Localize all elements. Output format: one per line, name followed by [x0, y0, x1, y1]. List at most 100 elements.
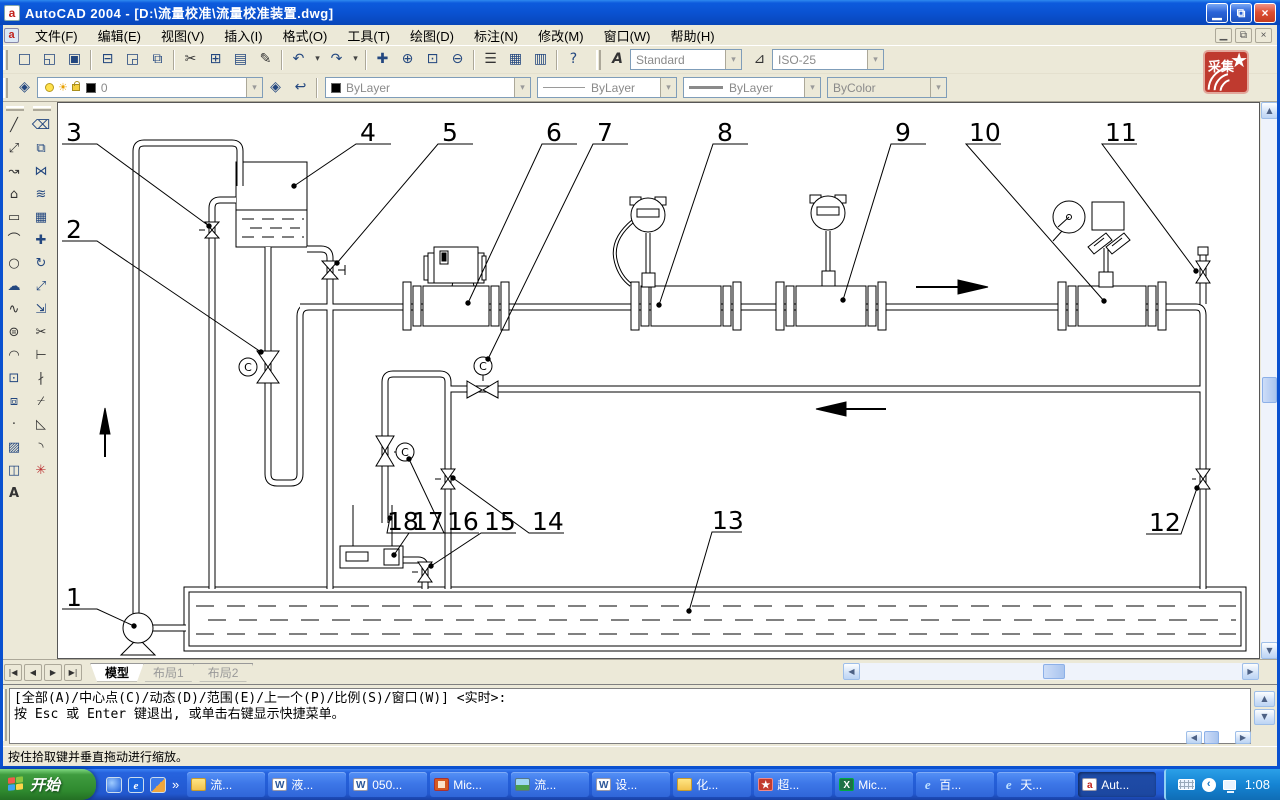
menu-help[interactable]: 帮助(H) — [661, 24, 725, 47]
mtext-icon[interactable]: A — [2, 482, 26, 505]
task-office-orange[interactable]: Mic... — [430, 772, 508, 797]
undo-icon[interactable]: ↶ — [287, 48, 310, 71]
undo-dropdown-icon[interactable]: ▾ — [312, 48, 323, 71]
volume-icon[interactable] — [1223, 780, 1236, 790]
vertical-scrollbar[interactable]: ▲ ▼ — [1261, 102, 1278, 659]
insert-block-icon[interactable]: ⊡ — [2, 367, 26, 390]
cut-icon[interactable]: ✂ — [179, 48, 202, 71]
construction-line-icon[interactable]: ⤢ — [2, 137, 26, 160]
scale-icon[interactable]: ⤢ — [29, 275, 53, 298]
chevron-down-icon[interactable]: ▾ — [514, 78, 530, 97]
new-icon[interactable]: □ — [13, 48, 36, 71]
paste-icon[interactable]: ▤ — [229, 48, 252, 71]
copy-icon[interactable]: ⊞ — [204, 48, 227, 71]
command-scroll-right-icon[interactable]: ▶ — [1235, 731, 1251, 744]
hatch-icon[interactable]: ▨ — [2, 436, 26, 459]
plot-preview-icon[interactable]: ◲ — [121, 48, 144, 71]
stretch-icon[interactable]: ⇲ — [29, 298, 53, 321]
language-bar-icon[interactable]: ‹ — [1202, 778, 1216, 792]
rectangle-icon[interactable]: ▭ — [2, 206, 26, 229]
layer-previous-icon[interactable]: ↩ — [289, 76, 312, 99]
match-properties-icon[interactable]: ✎ — [254, 48, 277, 71]
move-icon[interactable]: ✚ — [29, 229, 53, 252]
scroll-left-icon[interactable]: ◀ — [843, 663, 860, 680]
scroll-right-icon[interactable]: ▶ — [1242, 663, 1259, 680]
open-icon[interactable]: ◱ — [38, 48, 61, 71]
trim-icon[interactable]: ✂ — [29, 321, 53, 344]
mdi-minimize-button[interactable]: ▁ — [1215, 28, 1232, 43]
tab-layout2[interactable]: 布局2 — [193, 663, 254, 682]
scroll-down-icon[interactable]: ▼ — [1261, 642, 1278, 659]
pan-icon[interactable]: ✚ — [371, 48, 394, 71]
extend-icon[interactable]: ⊢ — [29, 344, 53, 367]
lineweight-combo[interactable]: ByLayer ▾ — [683, 77, 821, 98]
scroll-up-icon[interactable]: ▲ — [1261, 102, 1278, 119]
save-icon[interactable]: ▣ — [63, 48, 86, 71]
start-button[interactable]: 开始 — [0, 769, 96, 800]
task-autocad[interactable]: aAut... — [1078, 772, 1156, 797]
chevron-down-icon[interactable]: ▾ — [804, 78, 820, 97]
arc-icon[interactable]: ⌒ — [2, 229, 26, 252]
region-icon[interactable]: ◫ — [2, 459, 26, 482]
layers-manager-icon[interactable]: ◈ — [13, 76, 36, 99]
make-block-icon[interactable]: ⧈ — [2, 390, 26, 413]
tool-palettes-icon[interactable]: ▥ — [529, 48, 552, 71]
revcloud-icon[interactable]: ☁ — [2, 275, 26, 298]
dim-style-icon[interactable]: ⊿ — [748, 48, 771, 71]
menu-modify[interactable]: 修改(M) — [528, 24, 594, 47]
quick-launch-more-icon[interactable]: » — [172, 777, 179, 792]
break-at-point-icon[interactable]: ∤ — [29, 367, 53, 390]
internet-explorer-icon[interactable]: e — [128, 777, 144, 793]
horizontal-scroll-thumb[interactable] — [1043, 664, 1065, 679]
menu-dimension[interactable]: 标注(N) — [464, 24, 528, 47]
styles-toolbar-grip[interactable] — [596, 50, 601, 70]
mdi-restore-button[interactable]: ⧉ — [1235, 28, 1252, 43]
chamfer-icon[interactable]: ◺ — [29, 413, 53, 436]
task-folder-1[interactable]: 流... — [187, 772, 265, 797]
offset-icon[interactable]: ≋ — [29, 183, 53, 206]
spline-icon[interactable]: ∿ — [2, 298, 26, 321]
chevron-down-icon[interactable]: ▾ — [660, 78, 676, 97]
fillet-icon[interactable]: ◝ — [29, 436, 53, 459]
chevron-down-icon[interactable]: ▾ — [725, 50, 741, 69]
ellipse-icon[interactable]: ⊜ — [2, 321, 26, 344]
layer-combo[interactable]: ☀ 0 ▾ — [37, 77, 263, 98]
erase-icon[interactable]: ⌫ — [29, 114, 53, 137]
task-ie-1[interactable]: e百... — [916, 772, 994, 797]
menu-edit[interactable]: 编辑(E) — [88, 24, 151, 47]
menu-draw[interactable]: 绘图(D) — [400, 24, 464, 47]
menu-tools[interactable]: 工具(T) — [337, 24, 400, 47]
linetype-combo[interactable]: ByLayer ▾ — [537, 77, 677, 98]
text-style-combo[interactable]: Standard ▾ — [630, 49, 742, 70]
help-icon[interactable]: ? — [562, 48, 585, 71]
show-desktop-icon[interactable] — [106, 777, 122, 793]
menu-file[interactable]: 文件(F) — [25, 24, 88, 47]
tab-prev-icon[interactable]: ◀ — [24, 664, 42, 681]
polyline-icon[interactable]: ↝ — [2, 160, 26, 183]
vertical-scroll-thumb[interactable] — [1262, 377, 1277, 403]
tab-layout1[interactable]: 布局1 — [138, 663, 199, 682]
plot-icon[interactable]: ⊟ — [96, 48, 119, 71]
restore-button[interactable]: ⧉ — [1230, 3, 1252, 23]
command-scroll-left-icon[interactable]: ◀ — [1186, 731, 1202, 744]
tab-first-icon[interactable]: |◀ — [4, 664, 22, 681]
color-combo[interactable]: ByLayer ▾ — [325, 77, 531, 98]
task-ie-2[interactable]: e天... — [997, 772, 1075, 797]
tab-last-icon[interactable]: ▶| — [64, 664, 82, 681]
toolbar-grip[interactable] — [3, 50, 8, 70]
dim-style-combo[interactable]: ISO-25 ▾ — [772, 49, 884, 70]
minimize-button[interactable]: ▁ — [1206, 3, 1228, 23]
superstar-capture-logo[interactable]: 采集 ★ — [1203, 50, 1249, 94]
point-icon[interactable]: · — [2, 413, 26, 436]
redo-dropdown-icon[interactable]: ▾ — [350, 48, 361, 71]
tab-model[interactable]: 模型 — [90, 663, 144, 682]
chevron-down-icon[interactable]: ▾ — [246, 78, 262, 97]
menu-format[interactable]: 格式(O) — [273, 24, 338, 47]
command-hscroll-thumb[interactable] — [1204, 731, 1219, 744]
zoom-window-icon[interactable]: ⊡ — [421, 48, 444, 71]
ellipse-arc-icon[interactable]: ◠ — [2, 344, 26, 367]
tab-next-icon[interactable]: ▶ — [44, 664, 62, 681]
polygon-icon[interactable]: ⌂ — [2, 183, 26, 206]
task-image-viewer[interactable]: 流... — [511, 772, 589, 797]
command-scroll-up-icon[interactable]: ▲ — [1254, 691, 1275, 707]
